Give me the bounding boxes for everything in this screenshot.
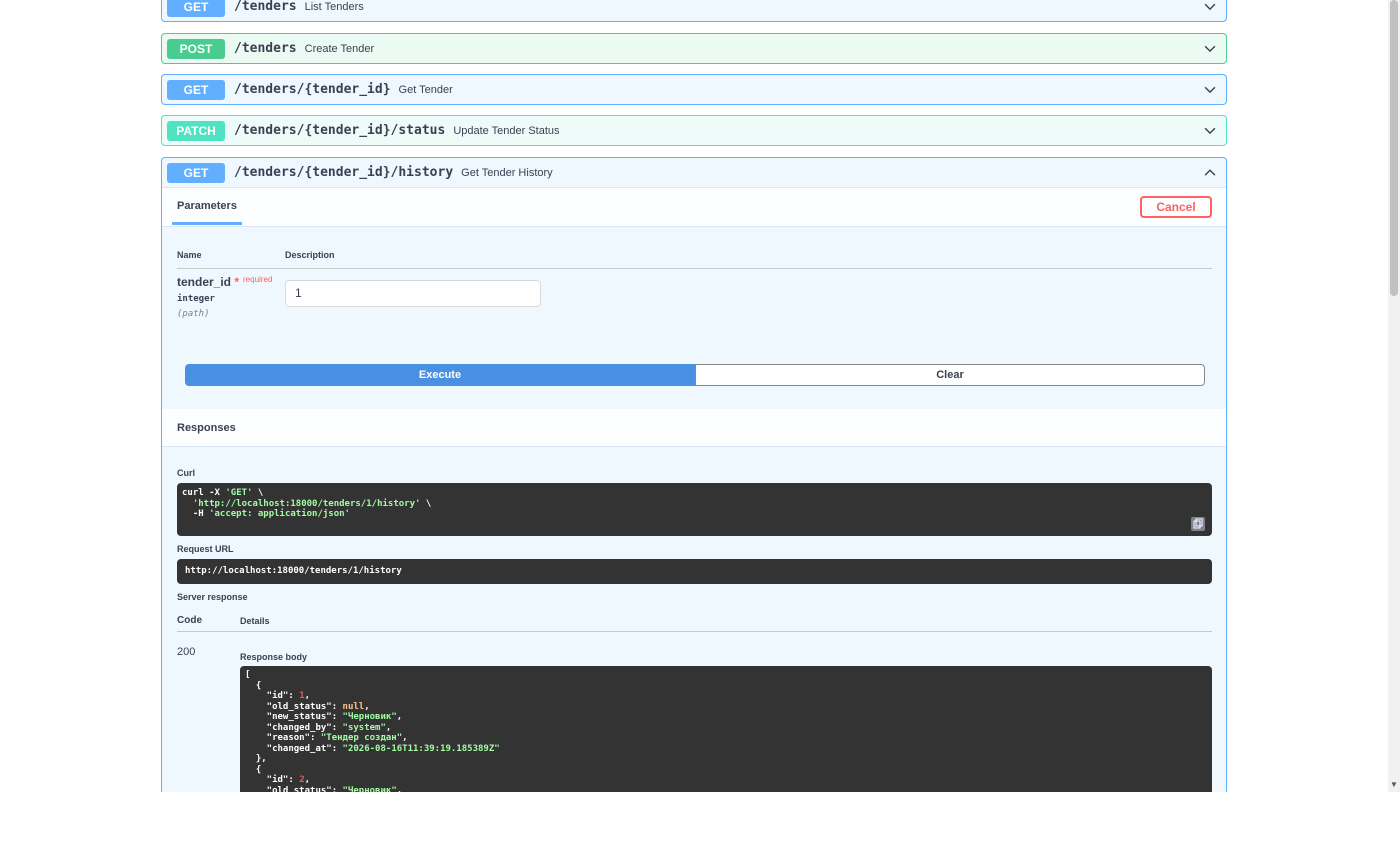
responses-title: Responses: [177, 422, 236, 434]
operation-description: Get Tender History: [461, 166, 553, 179]
swagger-viewport: GET /tenders List Tenders POST /tenders …: [0, 0, 1388, 792]
operation-description: Get Tender: [398, 83, 453, 96]
request-url-label: Request URL: [177, 544, 234, 554]
operation-create-tender: POST /tenders Create Tender: [161, 33, 1227, 64]
copy-to-clipboard-icon[interactable]: [1191, 517, 1205, 531]
curl-header-flag: -H: [182, 509, 210, 519]
required-star: *: [234, 275, 240, 289]
operation-summary[interactable]: POST /tenders Create Tender: [162, 34, 1226, 63]
method-badge: PATCH: [167, 120, 225, 141]
operation-path: /tenders/{tender_id}/history: [234, 165, 454, 180]
vertical-scrollbar[interactable]: ▼: [1388, 0, 1400, 792]
operation-get-tender: GET /tenders/{tender_id} Get Tender: [161, 74, 1227, 105]
curl-url: 'http://localhost:18000/tenders/1/histor…: [182, 498, 421, 509]
method-badge: GET: [167, 162, 225, 183]
operation-update-tender-status: PATCH /tenders/{tender_id}/status Update…: [161, 115, 1227, 146]
response-status-code: 200: [177, 646, 196, 658]
curl-continue: \: [252, 488, 264, 498]
operation-path: /tenders: [234, 0, 297, 14]
operation-summary[interactable]: GET /tenders List Tenders: [162, 0, 1226, 21]
operation-summary[interactable]: PATCH /tenders/{tender_id}/status Update…: [162, 116, 1226, 145]
curl-continue: \: [420, 498, 432, 509]
responses-section: Curl curl -X 'GET' \ 'http://localhost:1…: [162, 447, 1226, 792]
chevron-down-icon[interactable]: [1203, 124, 1217, 138]
response-body-code[interactable]: [ { "id": 1, "old_status": null, "new_st…: [240, 666, 1212, 792]
divider: [177, 631, 1212, 632]
param-required-label: required: [243, 275, 273, 284]
param-name: tender_id *: [177, 275, 239, 289]
method-badge: GET: [167, 79, 225, 100]
curl-code-block[interactable]: curl -X 'GET' \ 'http://localhost:18000/…: [177, 483, 1212, 536]
operation-description: Create Tender: [304, 42, 375, 55]
param-name-text: tender_id: [177, 275, 232, 289]
operation-description: Update Tender Status: [453, 124, 560, 137]
clear-button[interactable]: Clear: [695, 364, 1205, 386]
curl-text: curl -X: [182, 488, 226, 498]
divider: [177, 268, 1212, 269]
operation-description: List Tenders: [304, 0, 364, 13]
parameters-header: Parameters Cancel: [162, 187, 1226, 227]
response-body-label: Response body: [240, 652, 308, 662]
request-url-box: http://localhost:18000/tenders/1/history: [177, 559, 1212, 584]
parameters-section: Name Description tender_id * required in…: [162, 227, 1226, 409]
operation-list-tenders: GET /tenders List Tenders: [161, 0, 1227, 22]
chevron-up-icon[interactable]: [1203, 166, 1217, 180]
code-header: Code: [177, 615, 202, 626]
column-header-name: Name: [177, 250, 202, 260]
column-header-description: Description: [285, 250, 335, 260]
operation-path: /tenders/{tender_id}/status: [234, 123, 446, 138]
param-location: (path): [177, 309, 210, 319]
execute-button[interactable]: Execute: [185, 364, 695, 386]
details-header: Details: [240, 616, 270, 626]
cancel-button[interactable]: Cancel: [1140, 196, 1212, 218]
scroll-down-arrow-icon[interactable]: ▼: [1388, 780, 1400, 790]
tab-parameters[interactable]: Parameters: [172, 188, 242, 225]
curl-label: Curl: [177, 468, 195, 478]
tender-id-input[interactable]: 1: [285, 280, 541, 307]
operation-path: /tenders: [234, 41, 297, 56]
responses-header: Responses: [162, 409, 1226, 447]
operation-path: /tenders/{tender_id}: [234, 82, 391, 97]
curl-header-value: 'accept: application/json': [209, 509, 350, 519]
method-badge: GET: [167, 0, 225, 17]
method-badge: POST: [167, 38, 225, 59]
operation-get-tender-history: GET /tenders/{tender_id}/history Get Ten…: [161, 157, 1227, 792]
curl-method: 'GET': [225, 488, 253, 498]
operation-summary[interactable]: GET /tenders/{tender_id}/history Get Ten…: [162, 158, 1226, 187]
request-url: http://localhost:18000/tenders/1/history: [185, 566, 402, 576]
chevron-down-icon[interactable]: [1203, 0, 1217, 14]
chevron-down-icon[interactable]: [1203, 83, 1217, 97]
scrollbar-thumb[interactable]: [1390, 0, 1398, 296]
server-response-label: Server response: [177, 592, 248, 602]
chevron-down-icon[interactable]: [1203, 42, 1217, 56]
response-body-json: [ { "id": 1, "old_status": null, "new_st…: [245, 670, 500, 792]
param-type: integer: [177, 294, 215, 304]
operation-summary[interactable]: GET /tenders/{tender_id} Get Tender: [162, 75, 1226, 104]
